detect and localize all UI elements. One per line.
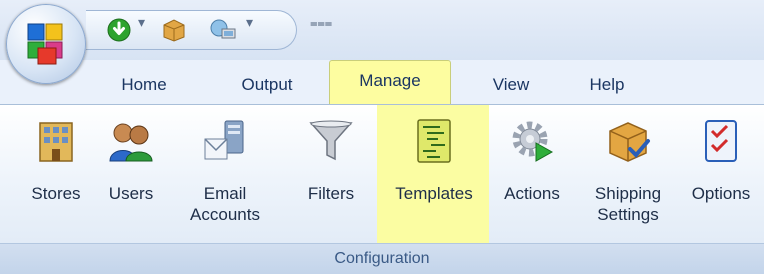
configuration-group-label: Configuration (0, 243, 764, 274)
email-label-line2: Accounts (190, 205, 260, 224)
funnel-icon (309, 120, 353, 161)
globe-computer-icon[interactable] (208, 17, 238, 43)
chevron-down-icon[interactable]: ▾ (138, 15, 145, 31)
tab-manage[interactable]: Manage (329, 60, 451, 104)
tab-help[interactable]: Help (572, 70, 642, 100)
application-orb-button[interactable] (6, 4, 86, 84)
options-button[interactable]: Options (682, 111, 760, 204)
users-button[interactable]: Users (98, 111, 164, 204)
chevron-down-icon[interactable]: ▾ (246, 15, 253, 31)
template-document-icon (417, 119, 451, 163)
templates-label: Templates (395, 184, 473, 203)
quick-access-toolbar: ▾ ▾ (86, 10, 297, 50)
email-accounts-label: Email Accounts (180, 183, 270, 225)
tab-output[interactable]: Output (222, 70, 312, 100)
options-label: Options (691, 184, 751, 203)
shipping-box-icon (609, 122, 650, 162)
colored-cubes-logo-icon (27, 23, 63, 65)
title-bar: ▾ ▾ ⩶ (0, 0, 764, 60)
actions-label: Actions (504, 184, 560, 203)
stores-label: Stores (31, 184, 81, 203)
checklist-icon (705, 120, 737, 162)
filters-button[interactable]: Filters (292, 111, 370, 204)
shipping-settings-button[interactable]: Shipping Settings (578, 111, 678, 225)
ribbon-panel: Stores Users Email Accounts Filters Temp… (0, 104, 764, 274)
tab-home[interactable]: Home (104, 70, 184, 100)
building-icon (39, 122, 73, 162)
users-label: Users (108, 184, 154, 203)
filters-label: Filters (307, 184, 355, 203)
stores-button[interactable]: Stores (18, 111, 94, 204)
email-server-icon (204, 120, 244, 160)
download-icon[interactable] (106, 17, 132, 43)
shipping-label-line1: Shipping (594, 184, 662, 203)
customize-toolbar-icon[interactable]: ⩶ (310, 16, 332, 31)
tab-view[interactable]: View (476, 70, 546, 100)
shipping-settings-label: Shipping Settings (578, 183, 678, 225)
actions-button[interactable]: Actions (492, 111, 572, 204)
email-accounts-button[interactable]: Email Accounts (180, 111, 270, 225)
gear-play-icon (512, 121, 554, 162)
shipping-label-line2: Settings (597, 205, 659, 224)
package-icon[interactable] (160, 17, 188, 43)
ribbon-tab-strip: Home Output Manage View Help (0, 60, 764, 104)
templates-button[interactable]: Templates (378, 111, 490, 204)
email-label-line1: Email (203, 184, 247, 203)
users-icon (109, 123, 153, 162)
